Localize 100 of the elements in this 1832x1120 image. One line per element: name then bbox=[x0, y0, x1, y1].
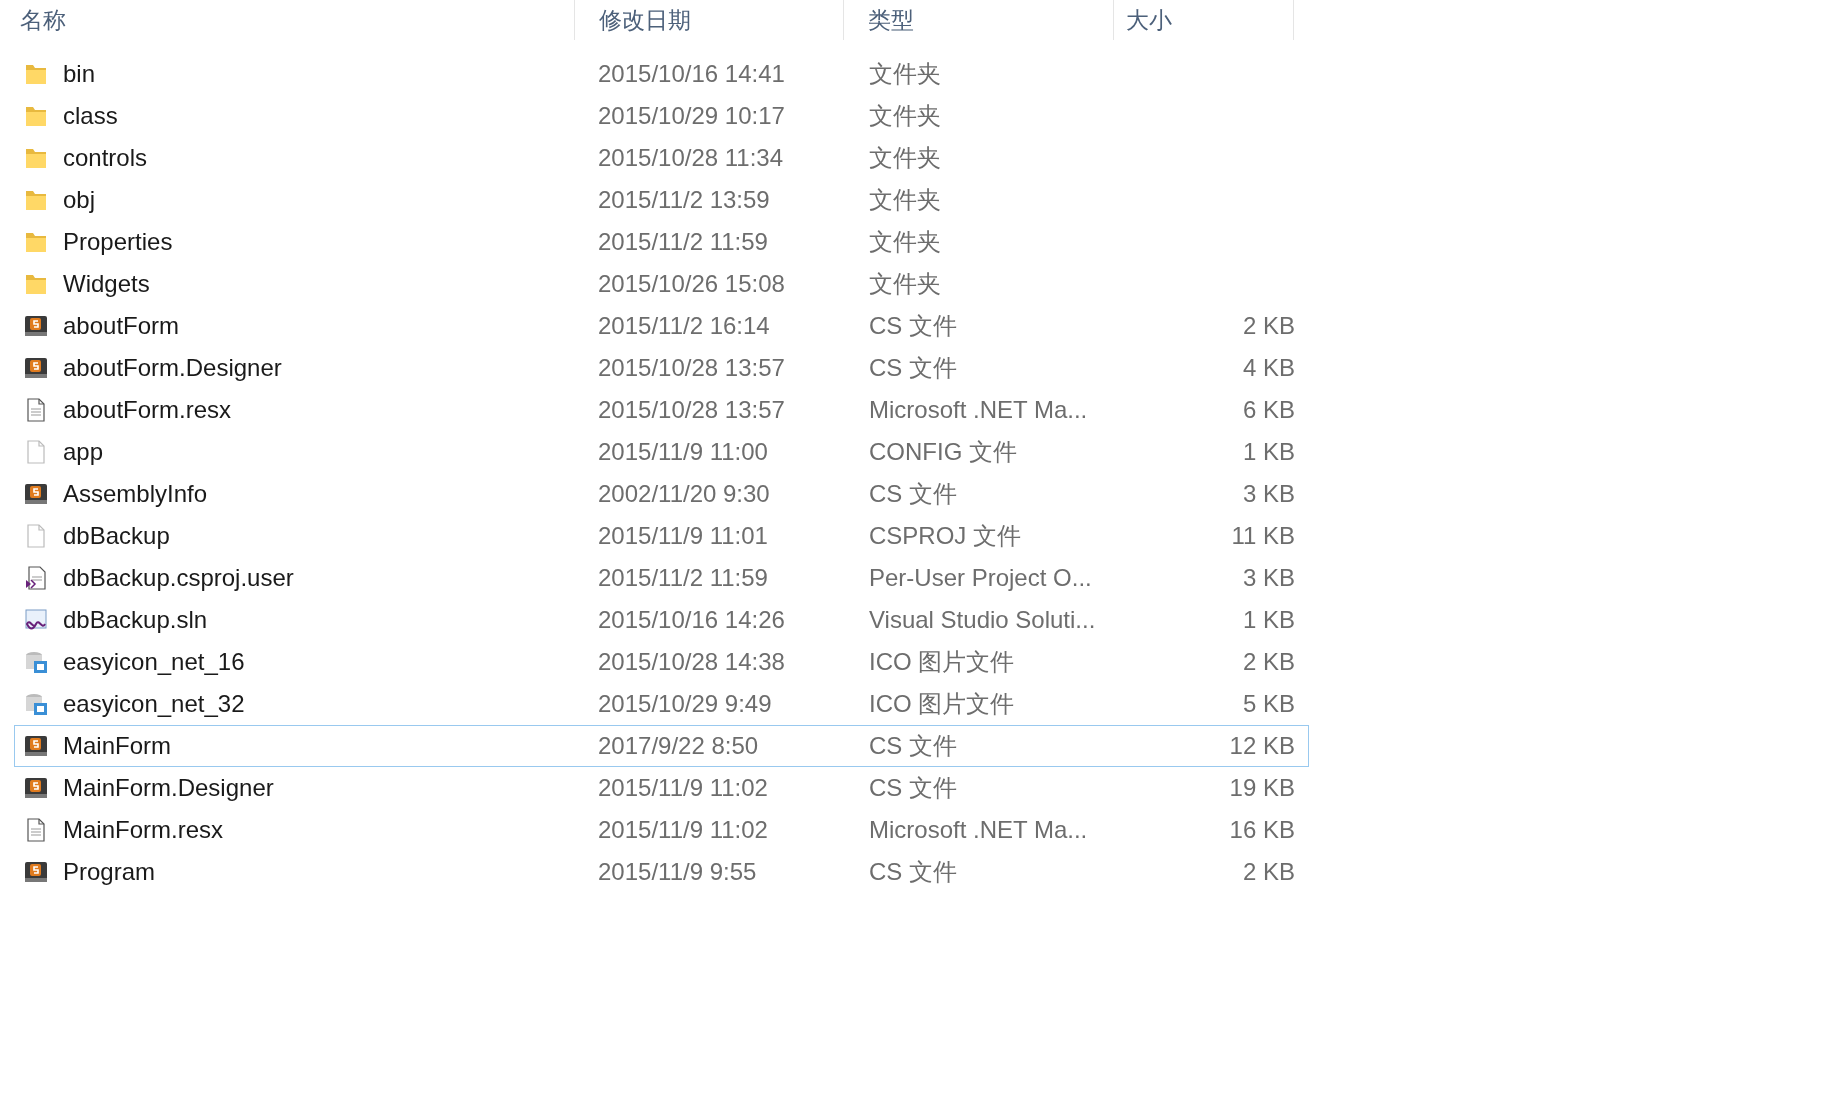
file-row[interactable]: Program 2015/11/9 9:55 CS 文件 2 KB bbox=[14, 851, 1309, 893]
file-type: Microsoft .NET Ma... bbox=[869, 816, 1088, 843]
file-name: obj bbox=[63, 185, 96, 215]
file-name: MainForm.Designer bbox=[63, 773, 274, 803]
solution-file-icon bbox=[23, 607, 49, 633]
file-row[interactable]: aboutForm.resx 2015/10/28 13:57 Microsoft .NET Ma... 6 KB bbox=[14, 389, 1309, 431]
modified-date: 2015/10/16 14:41 bbox=[598, 60, 785, 87]
file-type: CS 文件 bbox=[869, 858, 957, 885]
file-name: bin bbox=[63, 59, 96, 89]
modified-date: 2015/11/9 11:00 bbox=[598, 438, 768, 465]
file-size: 5 KB bbox=[1242, 689, 1295, 719]
modified-date: 2015/11/9 9:55 bbox=[598, 858, 757, 885]
file-type: 文件夹 bbox=[869, 228, 941, 255]
file-name: dbBackup bbox=[63, 521, 170, 551]
file-row[interactable]: app 2015/11/9 11:00 CONFIG 文件 1 KB bbox=[14, 431, 1309, 473]
file-row[interactable]: Widgets 2015/10/26 15:08 文件夹 bbox=[14, 263, 1309, 305]
file-name: controls bbox=[63, 143, 148, 173]
file-type: CS 文件 bbox=[869, 354, 957, 381]
modified-date: 2015/10/29 9:49 bbox=[598, 690, 772, 717]
file-size: 19 KB bbox=[1229, 773, 1295, 803]
settings-file-icon bbox=[23, 565, 49, 591]
file-row[interactable]: aboutForm.Designer 2015/10/28 13:57 CS 文件 4 KB bbox=[14, 347, 1309, 389]
file-size: 1 KB bbox=[1242, 605, 1295, 635]
code-file-icon bbox=[23, 733, 49, 759]
file-type: 文件夹 bbox=[869, 102, 941, 129]
modified-date: 2015/10/16 14:26 bbox=[598, 606, 785, 633]
image-file-icon bbox=[23, 649, 49, 675]
file-name: easyicon_net_32 bbox=[63, 689, 245, 719]
modified-date: 2015/10/28 13:57 bbox=[598, 396, 785, 423]
file-type: 文件夹 bbox=[869, 144, 941, 171]
modified-date: 2015/10/29 10:17 bbox=[598, 102, 785, 129]
file-type: CS 文件 bbox=[869, 732, 957, 759]
modified-date: 2002/11/20 9:30 bbox=[598, 480, 770, 507]
modified-date: 2015/11/2 16:14 bbox=[598, 312, 770, 339]
code-file-icon bbox=[23, 355, 49, 381]
file-name: Program bbox=[63, 857, 156, 887]
code-file-icon bbox=[23, 481, 49, 507]
file-size: 3 KB bbox=[1242, 479, 1295, 509]
file-row[interactable]: aboutForm 2015/11/2 16:14 CS 文件 2 KB bbox=[14, 305, 1309, 347]
file-type: CS 文件 bbox=[869, 312, 957, 339]
file-name: AssemblyInfo bbox=[63, 479, 208, 509]
file-row[interactable]: MainForm.Designer 2015/11/9 11:02 CS 文件 19 KB bbox=[14, 767, 1309, 809]
modified-date: 2015/10/28 11:34 bbox=[598, 144, 784, 171]
column-header[interactable]: 名称 bbox=[20, 2, 66, 38]
file-name: dbBackup.sln bbox=[63, 605, 208, 635]
file-row[interactable]: obj 2015/11/2 13:59 文件夹 bbox=[14, 179, 1309, 221]
file-name: MainForm.resx bbox=[63, 815, 224, 845]
file-type: CONFIG 文件 bbox=[869, 438, 1017, 465]
modified-date: 2015/11/2 11:59 bbox=[598, 564, 768, 591]
file-type: ICO 图片文件 bbox=[869, 690, 1015, 717]
file-type: Visual Studio Soluti... bbox=[869, 606, 1096, 633]
file-type: ICO 图片文件 bbox=[869, 648, 1015, 675]
file-row[interactable]: class 2015/10/29 10:17 文件夹 bbox=[14, 95, 1309, 137]
code-file-icon bbox=[23, 313, 49, 339]
modified-date: 2015/10/28 14:38 bbox=[598, 648, 785, 675]
column-header[interactable]: 大小 bbox=[1126, 2, 1172, 38]
code-file-icon bbox=[23, 775, 49, 801]
file-size: 2 KB bbox=[1242, 857, 1295, 887]
file-type: Per-User Project O... bbox=[869, 564, 1092, 591]
file-size: 2 KB bbox=[1242, 647, 1295, 677]
file-row[interactable]: controls 2015/10/28 11:34 文件夹 bbox=[14, 137, 1309, 179]
column-header[interactable]: 修改日期 bbox=[599, 2, 691, 38]
code-file-icon bbox=[23, 859, 49, 885]
file-row[interactable]: Properties 2015/11/2 11:59 文件夹 bbox=[14, 221, 1309, 263]
file-row[interactable]: MainForm.resx 2015/11/9 11:02 Microsoft .NET Ma... 16 KB bbox=[14, 809, 1309, 851]
file-name: aboutForm.Designer bbox=[63, 353, 282, 383]
file-name: Widgets bbox=[63, 269, 150, 299]
file-size: 2 KB bbox=[1242, 311, 1295, 341]
file-name: aboutForm bbox=[63, 311, 180, 341]
file-row[interactable]: easyicon_net_32 2015/10/29 9:49 ICO 图片文件 5 KB bbox=[14, 683, 1309, 725]
file-name: Properties bbox=[63, 227, 173, 257]
file-type: CS 文件 bbox=[869, 774, 957, 801]
file-name: easyicon_net_16 bbox=[63, 647, 245, 677]
modified-date: 2017/9/22 8:50 bbox=[598, 732, 759, 759]
file-name: app bbox=[63, 437, 104, 467]
file-row[interactable]: MainForm 2017/9/22 8:50 CS 文件 12 KB bbox=[14, 725, 1309, 767]
modified-date: 2015/11/9 11:01 bbox=[598, 522, 768, 549]
image-file-icon bbox=[23, 691, 49, 717]
file-row[interactable]: bin 2015/10/16 14:41 文件夹 bbox=[14, 53, 1309, 95]
modified-date: 2015/11/9 11:02 bbox=[598, 816, 768, 843]
file-row[interactable]: dbBackup 2015/11/9 11:01 CSPROJ 文件 11 KB bbox=[14, 515, 1309, 557]
file-size: 12 KB bbox=[1229, 731, 1295, 761]
file-type: Microsoft .NET Ma... bbox=[869, 396, 1088, 423]
file-name: class bbox=[63, 101, 118, 131]
column-header[interactable]: 类型 bbox=[868, 2, 914, 38]
file-size: 11 KB bbox=[1231, 521, 1295, 551]
file-size: 16 KB bbox=[1229, 815, 1295, 845]
modified-date: 2015/11/2 13:59 bbox=[598, 186, 770, 213]
file-type: 文件夹 bbox=[869, 270, 941, 297]
file-size: 3 KB bbox=[1242, 563, 1295, 593]
modified-date: 2015/10/28 13:57 bbox=[598, 354, 785, 381]
file-row[interactable]: dbBackup.sln 2015/10/16 14:26 Visual Studio Soluti... 1 KB bbox=[14, 599, 1309, 641]
file-size: 4 KB bbox=[1242, 353, 1295, 383]
file-type: CS 文件 bbox=[869, 480, 957, 507]
file-row[interactable]: easyicon_net_16 2015/10/28 14:38 ICO 图片文件 2 KB bbox=[14, 641, 1309, 683]
file-type: 文件夹 bbox=[869, 186, 941, 213]
file-type: CSPROJ 文件 bbox=[869, 522, 1021, 549]
file-row[interactable]: AssemblyInfo 2002/11/20 9:30 CS 文件 3 KB bbox=[14, 473, 1309, 515]
file-row[interactable]: dbBackup.csproj.user 2015/11/2 11:59 Per-User Project O... 3 KB bbox=[14, 557, 1309, 599]
file-size: 1 KB bbox=[1242, 437, 1295, 467]
